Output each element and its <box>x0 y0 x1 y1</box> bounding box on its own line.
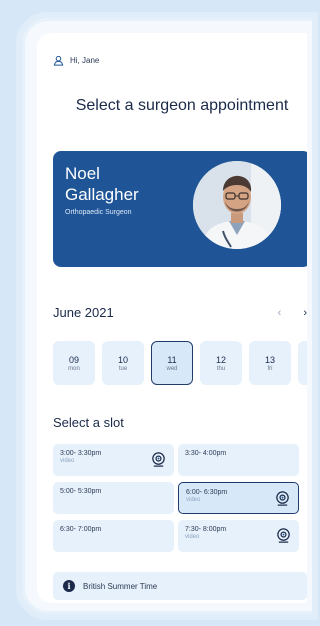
surgeon-card[interactable]: Noel Gallagher Orthopaedic Surgeon <box>53 151 307 267</box>
time-slot[interactable]: 7:30- 8:00pm video <box>178 520 299 552</box>
phone-frame: Hi, Jane Select a surgeon appointment No… <box>22 18 312 614</box>
app-screen: Hi, Jane Select a surgeon appointment No… <box>37 33 307 603</box>
timezone-banner: i British Summer Time <box>53 572 307 600</box>
time-slot[interactable]: 3:00- 3:30pm video <box>53 444 174 476</box>
webcam-icon <box>276 491 289 506</box>
webcam-icon <box>152 452 165 467</box>
info-icon: i <box>63 580 75 592</box>
time-slot-selected[interactable]: 6:00- 6:30pm video <box>178 482 299 514</box>
time-slot[interactable]: 3:30- 4:00pm <box>178 444 299 476</box>
time-slot[interactable]: 6:30- 7:00pm <box>53 520 174 552</box>
surgeon-role: Orthopaedic Surgeon <box>65 209 132 216</box>
slot-grid: 3:00- 3:30pm video 3:30- 4:00pm 5:00- 5:… <box>53 444 299 552</box>
chevron-right-icon[interactable]: › <box>303 307 307 319</box>
day-tile[interactable]: 12 thu <box>200 341 242 385</box>
day-number: 13 <box>264 354 275 365</box>
day-tile[interactable] <box>298 341 307 385</box>
day-of-week: thu <box>216 365 226 372</box>
day-of-week: mon <box>68 365 80 372</box>
day-tile[interactable]: 13 fri <box>249 341 291 385</box>
day-number: 12 <box>215 354 226 365</box>
month-nav: ‹ › <box>278 307 307 319</box>
slot-section-title: Select a slot <box>53 415 124 430</box>
chevron-left-icon[interactable]: ‹ <box>278 307 282 319</box>
page-title: Select a surgeon appointment <box>75 97 289 114</box>
greeting-text: Hi, Jane <box>70 56 100 65</box>
day-picker: 09 mon 10 tue 11 wed 12 thu 13 fri <box>53 341 307 385</box>
calendar-header: June 2021 ‹ › <box>53 305 307 320</box>
timezone-label: British Summer Time <box>83 581 158 591</box>
slot-time: 5:00- 5:30pm <box>60 488 102 495</box>
surgeon-photo <box>193 161 281 249</box>
month-label: June 2021 <box>53 305 114 320</box>
surgeon-name: Noel Gallagher <box>65 163 139 205</box>
day-tile[interactable]: 09 mon <box>53 341 95 385</box>
webcam-icon <box>277 528 290 543</box>
day-of-week: fri <box>267 365 273 372</box>
day-number: 11 <box>167 354 177 365</box>
slot-time: 6:30- 7:00pm <box>60 526 102 533</box>
day-tile-selected[interactable]: 11 wed <box>151 341 193 385</box>
user-greeting[interactable]: Hi, Jane <box>53 55 99 66</box>
day-number: 10 <box>117 354 128 365</box>
user-icon <box>53 55 64 66</box>
day-of-week: wed <box>166 365 178 372</box>
day-tile[interactable]: 10 tue <box>102 341 144 385</box>
day-number: 09 <box>68 354 79 365</box>
surgeon-first-name: Noel <box>65 164 100 183</box>
surgeon-last-name: Gallagher <box>65 185 139 204</box>
time-slot[interactable]: 5:00- 5:30pm <box>53 482 174 514</box>
slot-time: 3:30- 4:00pm <box>185 450 227 457</box>
day-of-week: tue <box>118 365 128 372</box>
